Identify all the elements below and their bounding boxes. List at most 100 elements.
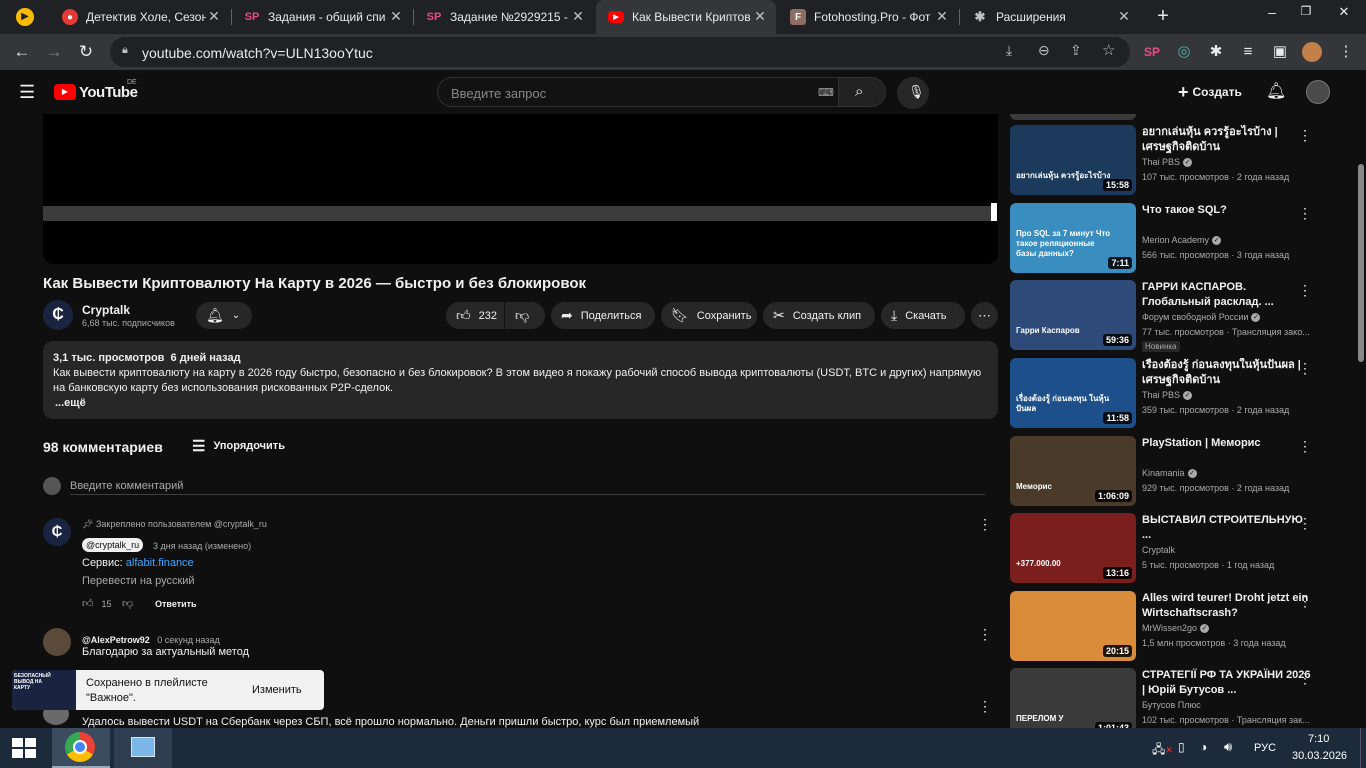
comment-author[interactable]: @AlexPetrow92 [82, 635, 150, 645]
bookmark-star-icon[interactable]: ☆ [1102, 41, 1115, 59]
hamburger-menu-icon[interactable]: ☰ [19, 82, 35, 103]
related-video-item[interactable]: Меморис 1:06:09 PlayStation | Меморис Kinam… [1010, 436, 1355, 506]
channel-avatar[interactable]: ₵ [43, 300, 73, 330]
close-icon[interactable]: ✕ [934, 8, 950, 24]
video-thumbnail[interactable]: เรื่องต้องรู้ ก่อนลงทุน ในหุ้นปันผล 11:58 [1010, 358, 1136, 428]
toast-edit-button[interactable]: Изменить [252, 684, 302, 696]
sp-extension-icon[interactable]: SP [1140, 40, 1164, 64]
comment-input[interactable]: Введите комментарий [70, 476, 985, 495]
comment-menu-icon[interactable]: ⋮ [978, 516, 992, 533]
clip-button[interactable]: ✂ Создать клип [763, 302, 875, 329]
related-video-channel[interactable]: Kinamania ✓ [1142, 468, 1197, 479]
related-video-title[interactable]: Что такое SQL? [1142, 203, 1312, 218]
notifications-bell-icon[interactable]: 🔔︎ [1266, 81, 1286, 101]
video-menu-icon[interactable]: ⋮ [1298, 670, 1312, 687]
voice-search-button[interactable]: 🎙︎ [897, 77, 929, 109]
video-menu-icon[interactable]: ⋮ [1298, 593, 1312, 610]
related-video-item[interactable]: 20:15 Alles wird teurer! Droht jetzt ein … [1010, 591, 1355, 661]
service-link[interactable]: alfabit.finance [126, 557, 194, 569]
address-bar[interactable]: 🔒︎ youtube.com/watch?v=ULN13ooYtuc ⤓ ⊖ ⇪… [110, 37, 1130, 67]
reply-button[interactable]: Ответить [155, 599, 197, 609]
related-video-item[interactable]: +377.000.00 13:16 ВЫСТАВИЛ СТРОИТЕЛЬНУЮ ..… [1010, 513, 1355, 583]
video-description[interactable]: 3,1 тыс. просмотров 6 дней назад Как выв… [43, 341, 998, 419]
close-icon[interactable]: ✕ [752, 8, 768, 24]
profile-avatar[interactable] [1302, 42, 1322, 62]
video-thumbnail[interactable]: +377.000.00 13:16 [1010, 513, 1136, 583]
related-video-channel[interactable]: Cryptalk [1142, 545, 1175, 555]
account-avatar[interactable] [1306, 80, 1330, 104]
share-icon[interactable]: ⇪ [1070, 42, 1082, 59]
browser-tab[interactable]: SP Задания - общий спи ✕ [232, 0, 412, 34]
subscribed-notifications-button[interactable]: 🔔︎ ⌄ [196, 302, 252, 329]
comment-menu-icon[interactable]: ⋮ [978, 626, 992, 643]
close-icon[interactable]: ✕ [388, 8, 404, 24]
comment-like-button[interactable]: 👍︎ 15 [82, 597, 112, 610]
comment-author-chip[interactable]: @cryptalk_ru [82, 538, 144, 552]
search-button[interactable]: ⌕ [838, 77, 886, 107]
related-video-title[interactable]: ГАРРИ КАСПАРОВ. Глобальный расклад. ... [1142, 280, 1312, 310]
related-video-channel[interactable]: Merion Academy ✓ [1142, 235, 1222, 246]
comment-menu-icon[interactable]: ⋮ [978, 698, 992, 715]
browser-tab[interactable]: SP Задание №2929215 - ✕ [414, 0, 594, 34]
share-button[interactable]: ➦ Поделиться [551, 302, 655, 329]
video-menu-icon[interactable]: ⋮ [1298, 127, 1312, 144]
scrubber-handle[interactable] [991, 203, 997, 221]
related-video-item[interactable]: อยากเล่นหุ้น ควรรู้อะไรบ้าง 15:58 อยากเล่น… [1010, 125, 1355, 195]
chrome-taskbar-button[interactable] [52, 728, 110, 768]
video-menu-icon[interactable]: ⋮ [1298, 438, 1312, 455]
video-thumbnail[interactable]: Гарри Каспаров 59:36 [1010, 280, 1136, 350]
control-panel-taskbar-button[interactable] [114, 728, 172, 768]
comment-time[interactable]: 3 дня назад (изменено) [153, 541, 251, 551]
lock-icon[interactable]: 🔒︎ [122, 44, 128, 57]
download-icon[interactable]: ⤓ [1006, 42, 1012, 59]
new-tab-button[interactable]: + [1152, 5, 1174, 27]
create-button[interactable]: + Создать [1178, 82, 1242, 102]
comment-dislike-button[interactable]: 👎︎ [122, 597, 133, 610]
related-video-channel[interactable]: Thai PBS ✓ [1142, 390, 1193, 401]
related-video-item[interactable]: Гарри Каспаров 59:36 ГАРРИ КАСПАРОВ. Глоба… [1010, 280, 1355, 352]
related-video-channel[interactable]: Thai PBS ✓ [1142, 157, 1193, 168]
clock-date[interactable]: 30.03.2026 [1292, 750, 1347, 762]
browser-tab-active[interactable]: ▶ Как Вывести Криптов ✕ [596, 0, 776, 34]
extensions-puzzle-icon[interactable]: ✱ [1204, 40, 1228, 64]
video-thumbnail[interactable]: 20:15 [1010, 591, 1136, 661]
related-video-title[interactable]: อยากเล่นหุ้น ควรรู้อะไรบ้าง | เศรษฐกิจติ… [1142, 125, 1312, 155]
related-video-channel[interactable]: MrWissen2go ✓ [1142, 623, 1210, 634]
close-icon[interactable]: ✕ [1116, 8, 1132, 24]
video-menu-icon[interactable]: ⋮ [1298, 205, 1312, 222]
sidebar-partial-thumbnail[interactable] [1010, 114, 1136, 120]
browser-tab[interactable]: F Fotohosting.Pro - Фот ✕ [778, 0, 958, 34]
show-desktop-button[interactable] [1360, 728, 1366, 768]
video-progress-bar[interactable] [43, 206, 993, 221]
tray-icon[interactable]: ◑ [1200, 740, 1207, 754]
related-video-title[interactable]: PlayStation | Меморис [1142, 436, 1312, 451]
video-thumbnail[interactable]: อยากเล่นหุ้น ควรรู้อะไรบ้าง 15:58 [1010, 125, 1136, 195]
related-video-channel[interactable]: Форум свободной России ✓ [1142, 312, 1261, 323]
restore-button[interactable]: ❐ [1296, 4, 1316, 24]
related-video-title[interactable]: เรื่องต้องรู้ ก่อนลงทุนในหุ้นปันผล | เศร… [1142, 358, 1312, 388]
related-video-item[interactable]: Про SQL за 7 минут Что такое реляционные… [1010, 203, 1355, 273]
comment-author-avatar[interactable]: ₵ [43, 518, 71, 546]
comment-author-avatar[interactable] [43, 628, 71, 656]
related-video-title[interactable]: СТРАТЕГІЇ РФ ТА УКРАЇНИ 2026 | Юрій Буту… [1142, 668, 1312, 698]
browser-tab[interactable]: ● Детектив Холе, Сезон ✕ [50, 0, 230, 34]
dislike-button[interactable]: 👎︎ [505, 302, 545, 329]
related-video-title[interactable]: Alles wird teurer! Droht jetzt ein Wirts… [1142, 591, 1312, 621]
search-input[interactable]: Введите запрос ⌨ [437, 77, 839, 107]
forward-arrow-icon[interactable]: → [42, 40, 66, 64]
related-video-channel[interactable]: Бутусов Плюс [1142, 700, 1201, 710]
back-arrow-icon[interactable]: ← [10, 40, 34, 64]
video-menu-icon[interactable]: ⋮ [1298, 515, 1312, 532]
video-player[interactable] [43, 114, 998, 264]
media-icon[interactable]: ≡ [1236, 40, 1260, 64]
video-thumbnail[interactable]: Про SQL за 7 минут Что такое реляционные… [1010, 203, 1136, 273]
youtube-logo[interactable]: ▶ YouTube DE [54, 79, 138, 103]
close-window-button[interactable]: ✕ [1334, 4, 1354, 24]
minimize-button[interactable]: – [1262, 4, 1282, 24]
download-button[interactable]: ⤓ Скачать [881, 302, 965, 329]
network-disconnected-icon[interactable]: 🖧✕ [1152, 740, 1173, 761]
tray-icon[interactable]: 🔊︎ [1224, 739, 1232, 755]
battery-icon[interactable]: ▯ [1178, 740, 1185, 754]
page-scrollbar[interactable] [1356, 114, 1366, 728]
close-icon[interactable]: ✕ [206, 8, 222, 24]
